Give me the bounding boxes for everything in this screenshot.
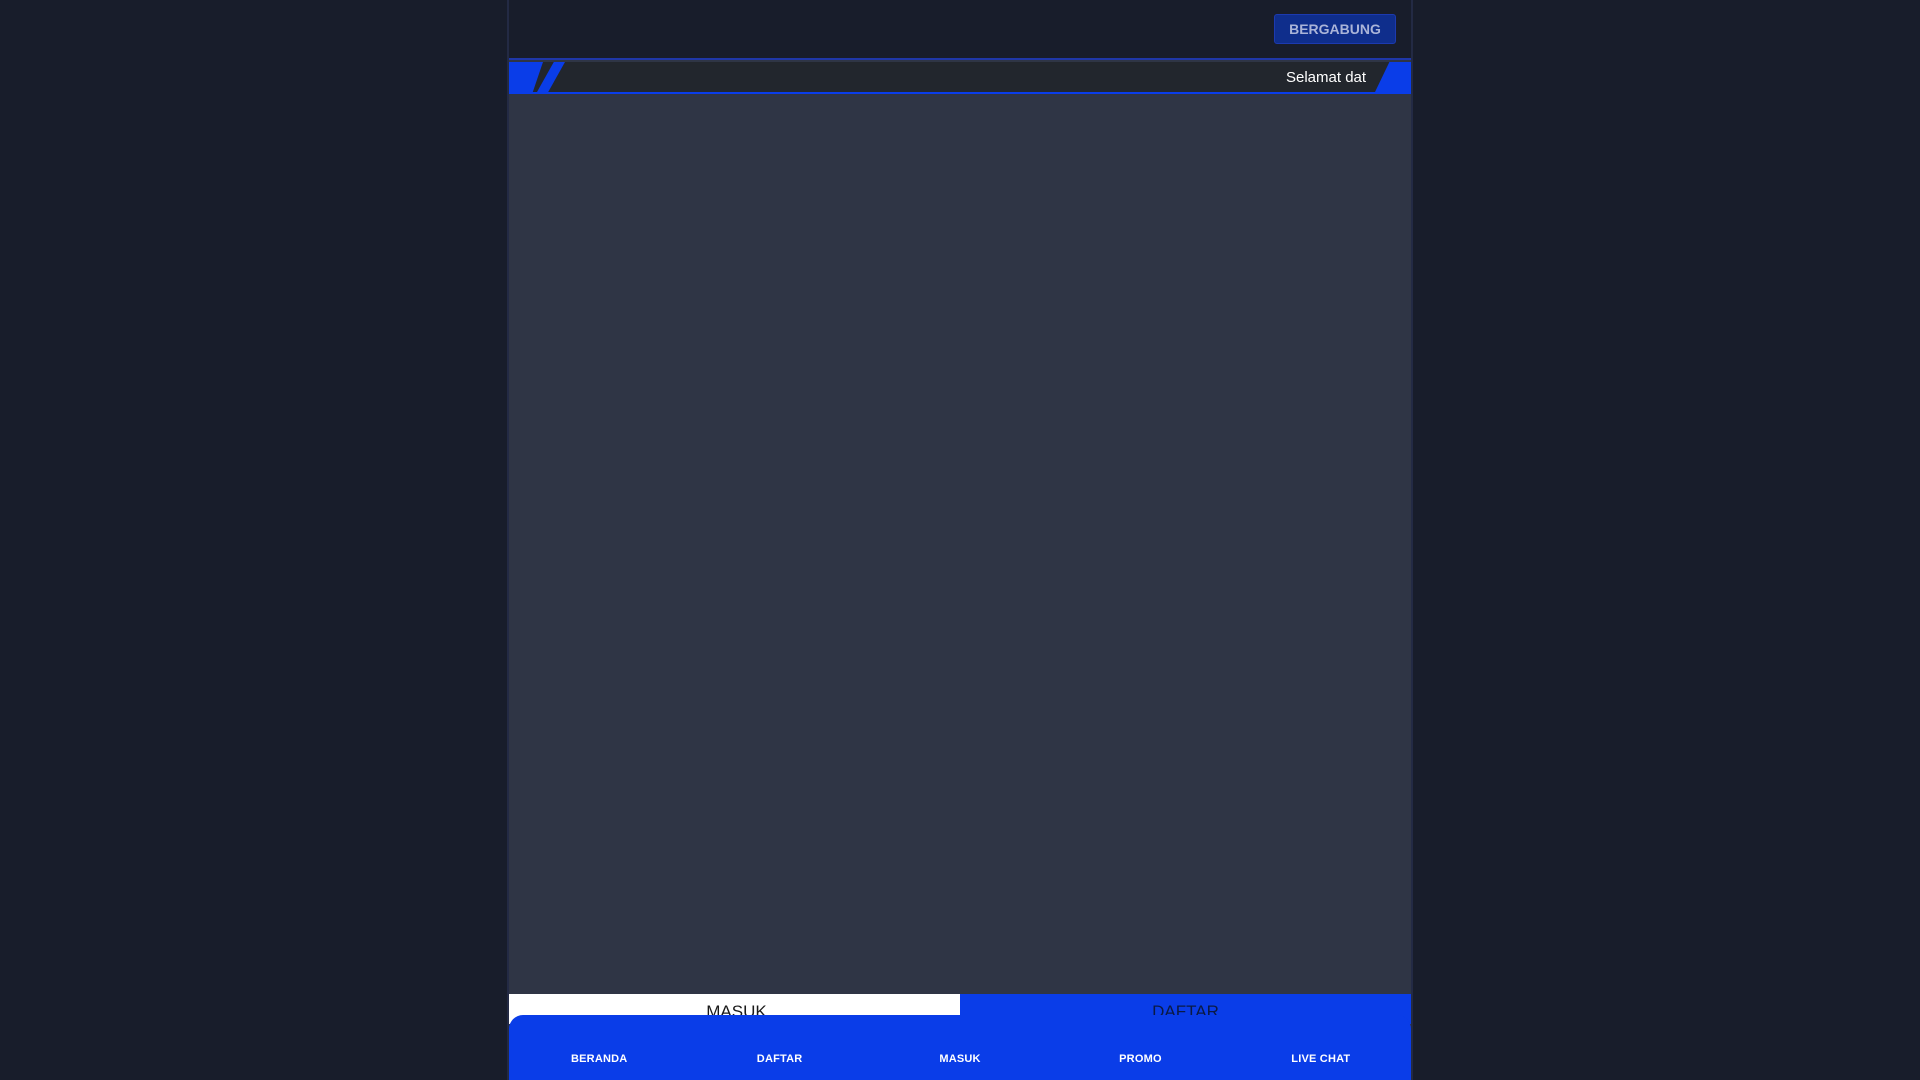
ticker-end-cap <box>1375 62 1411 92</box>
ticker-marquee: Selamat dat <box>569 62 1375 92</box>
ticker-badge <box>509 62 543 92</box>
nav-label: MASUK <box>939 1053 981 1065</box>
nav-item-daftar[interactable]: DAFTAR <box>689 1015 869 1080</box>
top-header: BERGABUNG <box>509 0 1411 60</box>
app-frame: BERGABUNG Selamat dat MASUK DAFTAR BERAN… <box>509 0 1411 1080</box>
nav-item-promo[interactable]: PROMO <box>1050 1015 1230 1080</box>
nav-label: PROMO <box>1119 1053 1162 1065</box>
nav-item-beranda[interactable]: BERANDA <box>509 1015 689 1080</box>
nav-label: BERANDA <box>571 1053 628 1065</box>
main-content <box>509 94 1411 994</box>
nav-item-masuk[interactable]: MASUK <box>870 1015 1050 1080</box>
nav-item-live-chat[interactable]: LIVE CHAT <box>1231 1015 1411 1080</box>
ticker-text: Selamat dat <box>1286 69 1367 86</box>
nav-label: DAFTAR <box>756 1053 803 1065</box>
bottom-nav: BERANDA DAFTAR MASUK PROMO LIVE CHAT <box>509 1015 1411 1080</box>
join-button[interactable]: BERGABUNG <box>1274 14 1396 44</box>
announcement-ticker: Selamat dat <box>509 62 1411 94</box>
nav-label: LIVE CHAT <box>1291 1053 1351 1065</box>
